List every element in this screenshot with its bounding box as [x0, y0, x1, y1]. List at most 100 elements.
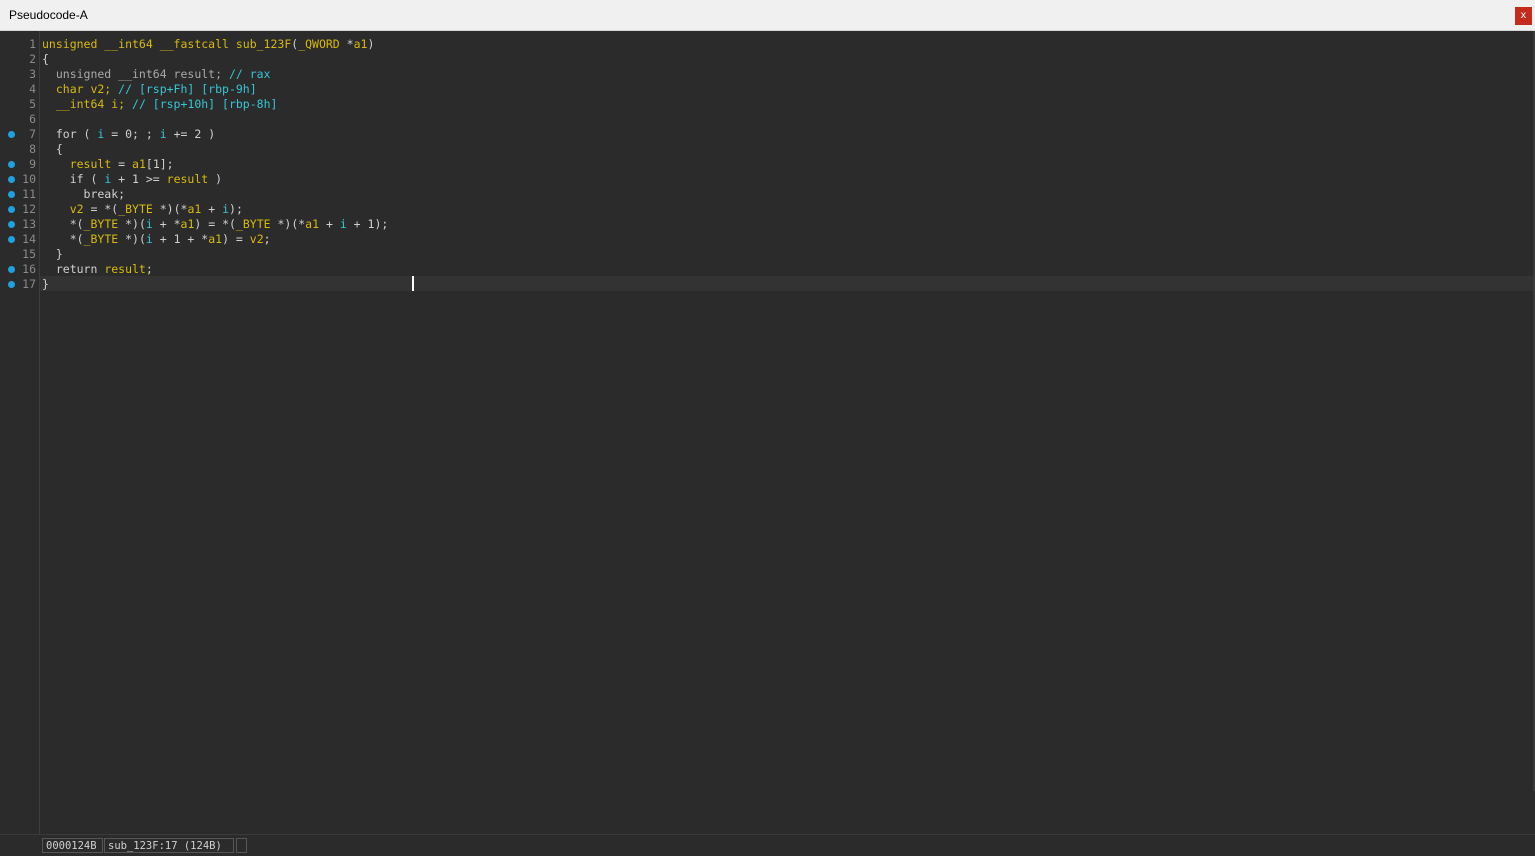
- code-line[interactable]: __int64 i; // [rsp+10h] [rbp-8h]: [42, 97, 278, 112]
- code-token: + 1);: [346, 217, 389, 231]
- code-token: i: [145, 232, 153, 246]
- code-token: ): [208, 172, 223, 186]
- gutter-line-7[interactable]: 7: [0, 127, 40, 142]
- code-line[interactable]: break;: [42, 187, 126, 202]
- gutter-line-4[interactable]: 4: [0, 82, 40, 97]
- window-title: Pseudocode-A: [9, 8, 88, 22]
- gutter-line-2[interactable]: 2: [0, 52, 40, 67]
- code-line[interactable]: return result;: [42, 262, 153, 277]
- code-token: char v2;: [42, 82, 119, 96]
- status-extra: [236, 838, 247, 853]
- gutter-line-1[interactable]: 1: [0, 37, 40, 52]
- line-number: 1: [29, 37, 36, 51]
- gutter-line-15[interactable]: 15: [0, 247, 40, 262]
- line-number: 11: [22, 187, 36, 201]
- text-caret: [412, 276, 414, 291]
- status-address: 0000124B: [42, 838, 103, 853]
- code-token: i: [339, 217, 347, 231]
- code-token: i: [222, 202, 230, 216]
- line-number-gutter[interactable]: 1 2 3 4 5 6 7 8 9 10 11 12 13 14 15 16 17: [0, 31, 40, 834]
- code-token: *(: [42, 217, 84, 231]
- gutter-line-11[interactable]: 11: [0, 187, 40, 202]
- code-token: *(: [42, 232, 84, 246]
- code-token: unsigned __int64 result;: [42, 67, 229, 81]
- code-line[interactable]: result = a1[1];: [42, 157, 174, 172]
- code-token: v2: [69, 202, 84, 216]
- gutter-line-16[interactable]: 16: [0, 262, 40, 277]
- code-token: _QWORD: [298, 37, 340, 51]
- code-token: a1: [132, 157, 146, 171]
- code-token: {: [42, 142, 63, 156]
- code-line[interactable]: *(_BYTE *)(i + 1 + *a1) = v2;: [42, 232, 271, 247]
- line-number: 6: [29, 112, 36, 126]
- line-number: 12: [22, 202, 36, 216]
- code-token: result: [104, 262, 146, 276]
- breakpoint-dot-icon[interactable]: [8, 281, 15, 288]
- code-token: += 2 ): [166, 127, 216, 141]
- code-line[interactable]: unsigned __int64 result; // rax: [42, 67, 271, 82]
- code-line[interactable]: *(_BYTE *)(i + *a1) = *(_BYTE *)(*a1 + i…: [42, 217, 389, 232]
- breakpoint-dot-icon[interactable]: [8, 131, 15, 138]
- code-token: v2: [249, 232, 264, 246]
- code-token: a1: [353, 37, 368, 51]
- code-token: *)(: [118, 217, 146, 231]
- code-line[interactable]: }: [42, 247, 63, 262]
- code-token: ) =: [222, 232, 250, 246]
- breakpoint-dot-icon[interactable]: [8, 161, 15, 168]
- line-number: 8: [29, 142, 36, 156]
- code-line[interactable]: {: [42, 142, 63, 157]
- line-number: 17: [22, 277, 36, 291]
- code-token: + 1 >=: [111, 172, 167, 186]
- line-number: 7: [29, 127, 36, 141]
- gutter-line-12[interactable]: 12: [0, 202, 40, 217]
- code-token: + *: [152, 217, 181, 231]
- line-number: 15: [22, 247, 36, 261]
- code-line[interactable]: {: [42, 52, 49, 67]
- code-line[interactable]: unsigned __int64 __fastcall sub_123F(_QW…: [42, 37, 374, 52]
- code-line[interactable]: if ( i + 1 >= result ): [42, 172, 222, 187]
- current-line-highlight: [40, 276, 1533, 291]
- code-token: a1: [180, 217, 195, 231]
- gutter-line-9[interactable]: 9: [0, 157, 40, 172]
- code-line[interactable]: }: [42, 277, 49, 292]
- code-line[interactable]: char v2; // [rsp+Fh] [rbp-9h]: [42, 82, 257, 97]
- title-bar[interactable]: Pseudocode-A x: [0, 0, 1535, 31]
- breakpoint-dot-icon[interactable]: [8, 236, 15, 243]
- gutter-line-5[interactable]: 5: [0, 97, 40, 112]
- code-token: +: [201, 202, 223, 216]
- code-token: _BYTE: [83, 217, 119, 231]
- gutter-line-10[interactable]: 10: [0, 172, 40, 187]
- code-token: // [rsp+10h] [rbp-8h]: [132, 97, 278, 111]
- gutter-line-14[interactable]: 14: [0, 232, 40, 247]
- code-token: a1: [208, 232, 223, 246]
- code-token: _BYTE: [118, 202, 153, 216]
- code-token: unsigned __int64 __fastcall sub_123F: [42, 37, 292, 51]
- breakpoint-dot-icon[interactable]: [8, 191, 15, 198]
- code-token: [1];: [145, 157, 174, 171]
- code-token: for (: [42, 127, 98, 141]
- code-token: result: [166, 172, 209, 186]
- status-location: sub_123F:17 (124B): [104, 838, 234, 853]
- gutter-line-6[interactable]: 6: [0, 112, 40, 127]
- code-token: ): [367, 37, 375, 51]
- code-editor[interactable]: unsigned __int64 __fastcall sub_123F(_QW…: [40, 31, 1533, 834]
- breakpoint-dot-icon[interactable]: [8, 206, 15, 213]
- breakpoint-dot-icon[interactable]: [8, 221, 15, 228]
- gutter-line-17[interactable]: 17: [0, 277, 40, 292]
- code-token: +: [319, 217, 340, 231]
- gutter-line-13[interactable]: 13: [0, 217, 40, 232]
- status-bar: 0000124B sub_123F:17 (124B): [0, 834, 1535, 856]
- close-button[interactable]: x: [1515, 7, 1532, 25]
- code-token: ) = *(: [194, 217, 236, 231]
- code-line[interactable]: for ( i = 0; ; i += 2 ): [42, 127, 215, 142]
- breakpoint-dot-icon[interactable]: [8, 266, 15, 273]
- breakpoint-dot-icon[interactable]: [8, 176, 15, 183]
- code-token: if (: [42, 172, 105, 186]
- code-line[interactable]: v2 = *(_BYTE *)(*a1 + i);: [42, 202, 243, 217]
- code-token: *)(*: [270, 217, 306, 231]
- line-number: 3: [29, 67, 36, 81]
- gutter-line-8[interactable]: 8: [0, 142, 40, 157]
- gutter-line-3[interactable]: 3: [0, 67, 40, 82]
